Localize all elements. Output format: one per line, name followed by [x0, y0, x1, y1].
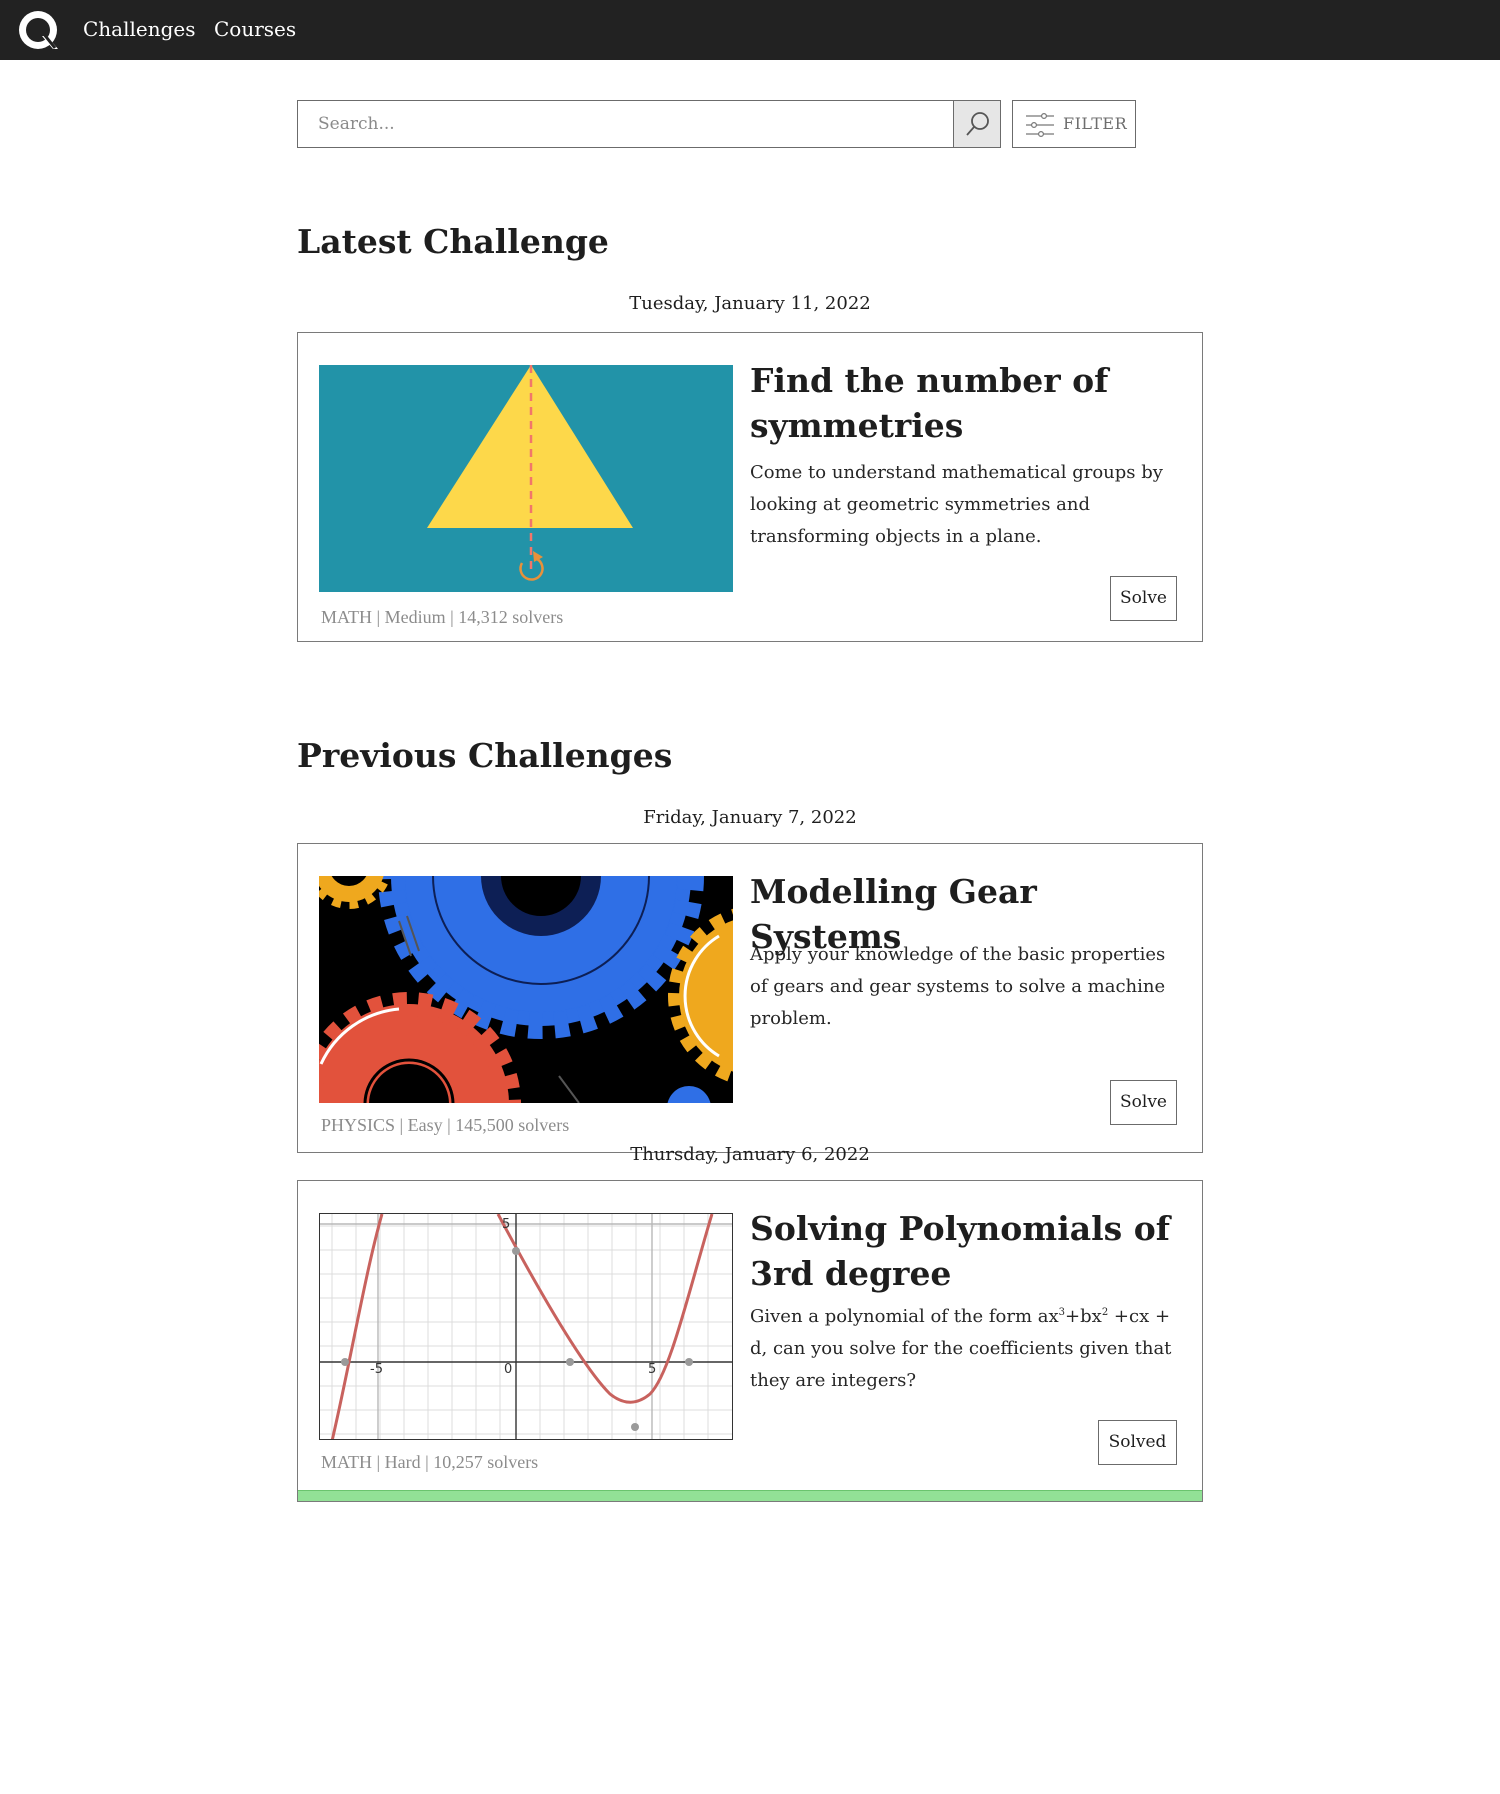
challenge-card-symmetries[interactable]: Find the number of symmetries Come to un… [297, 332, 1203, 642]
axis-label-y5: 5 [502, 1217, 511, 1232]
challenge-card-gears[interactable]: Modelling Gear Systems Apply your knowle… [297, 843, 1203, 1153]
sliders-icon [1026, 113, 1054, 137]
axis-label-5: 5 [648, 1362, 657, 1377]
card-meta: MATH | Hard | 10,257 solvers [321, 1452, 539, 1472]
latest-challenge-date: Tuesday, January 11, 2022 [629, 293, 871, 314]
search-input[interactable] [298, 101, 954, 147]
challenge-date: Thursday, January 6, 2022 [630, 1144, 870, 1165]
polynomial-graph-illustration: -5 0 5 5 [319, 1213, 733, 1440]
card-description: Come to understand mathematical groups b… [750, 462, 1163, 547]
desc-text: Given a polynomial of the form ax [750, 1306, 1059, 1327]
solve-button[interactable]: Solve [1110, 1080, 1177, 1125]
axis-label-neg5: -5 [370, 1362, 383, 1377]
previous-challenges-heading: Previous Challenges [297, 736, 673, 775]
nav-courses-link[interactable]: Courses [214, 17, 296, 41]
solved-button[interactable]: Solved [1098, 1420, 1177, 1465]
filter-label: FILTER [1063, 114, 1128, 133]
search-bar [297, 100, 1001, 148]
card-title[interactable]: Find the number of symmetries [750, 358, 1180, 448]
search-button[interactable] [953, 101, 1000, 147]
filter-button[interactable]: FILTER [1012, 100, 1136, 148]
solve-button[interactable]: Solve [1110, 576, 1177, 621]
q-logo-icon[interactable] [16, 8, 60, 52]
nav-challenges-link[interactable]: Challenges [83, 17, 196, 41]
symmetry-illustration [319, 365, 733, 592]
search-icon [966, 112, 989, 136]
card-meta: MATH | Medium | 14,312 solvers [321, 607, 564, 627]
challenge-date: Friday, January 7, 2022 [643, 807, 857, 828]
challenge-card-polynomials[interactable]: -5 0 5 5 Solving Polynomials of 3rd degr… [297, 1180, 1203, 1502]
desc-text: +bx [1065, 1306, 1102, 1327]
card-description: Given a polynomial of the form ax3+bx2 +… [750, 1301, 1180, 1397]
card-meta: PHYSICS | Easy | 145,500 solvers [321, 1115, 570, 1135]
solved-status-bar [298, 1490, 1202, 1501]
axis-label-0: 0 [504, 1362, 513, 1377]
card-description: Apply your knowledge of the basic proper… [750, 944, 1166, 1029]
top-navigation-bar: Challenges Courses [0, 0, 1500, 60]
latest-challenge-heading: Latest Challenge [297, 222, 609, 261]
card-title[interactable]: Solving Polynomials of 3rd degree [750, 1206, 1190, 1296]
gears-illustration [319, 876, 733, 1103]
